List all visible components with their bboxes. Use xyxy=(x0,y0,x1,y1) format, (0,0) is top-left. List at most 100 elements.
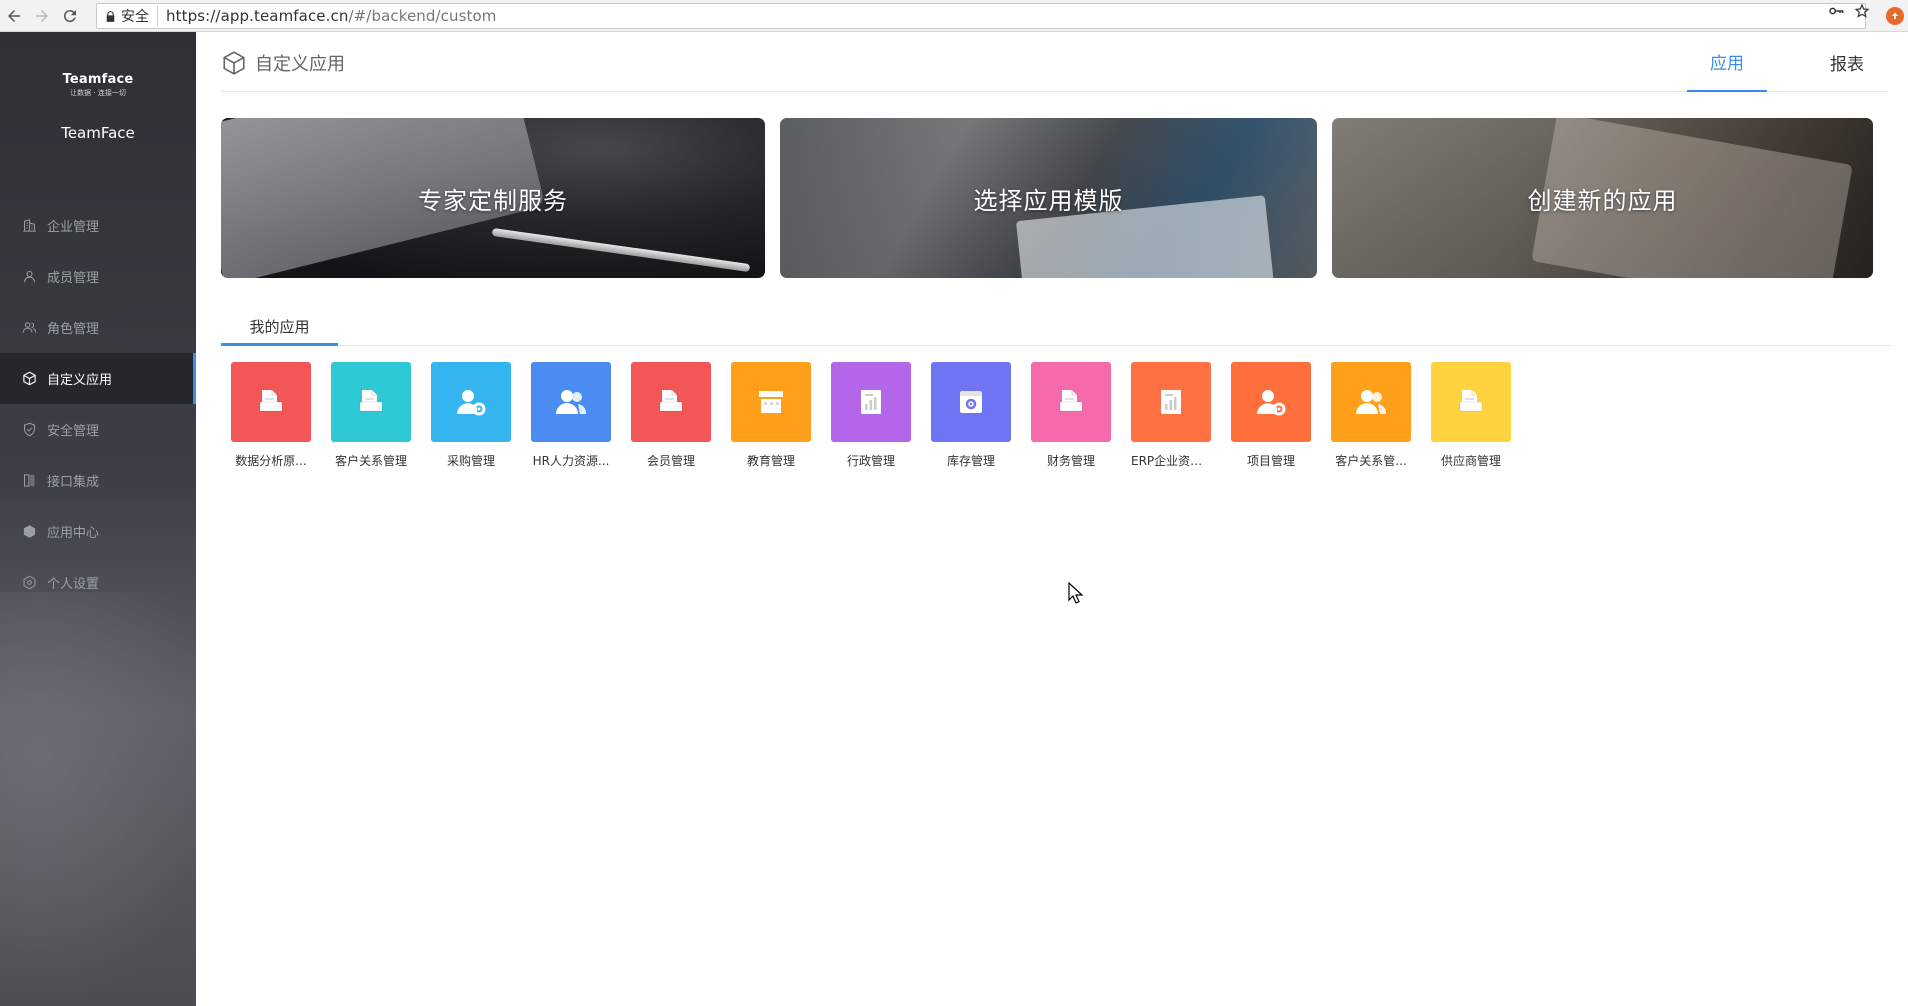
lock-icon xyxy=(99,10,121,23)
app-item[interactable]: 财务管理 xyxy=(1031,362,1111,469)
user-icon xyxy=(24,271,35,283)
chart-doc-icon xyxy=(861,390,881,414)
app-tile[interactable] xyxy=(531,362,611,442)
url-text: https://app.teamface.cn/#/backend/custom xyxy=(166,7,497,25)
banner-row: 专家定制服务 选择应用模版 创建新的应用 xyxy=(221,118,1887,278)
cube-icon xyxy=(223,51,245,75)
shield-icon xyxy=(24,422,35,437)
sub-tabs: 我的应用 xyxy=(221,309,1891,346)
doc-icon xyxy=(259,390,283,412)
sidebar-item-security[interactable]: 安全管理 xyxy=(0,404,196,455)
sidebar-item-label: 角色管理 xyxy=(47,322,100,337)
banner-expert-service[interactable]: 专家定制服务 xyxy=(221,118,765,278)
org-name: TeamFace xyxy=(61,124,135,142)
chart-doc-icon xyxy=(1161,390,1181,414)
reload-button[interactable] xyxy=(56,2,84,30)
sidebar-item-company[interactable]: 企业管理 xyxy=(0,200,196,251)
doc-icon xyxy=(659,390,683,412)
user-gear-icon xyxy=(457,390,486,416)
app-name: 行政管理 xyxy=(846,454,895,468)
app-tile[interactable] xyxy=(231,362,311,442)
mouse-cursor-icon xyxy=(1068,582,1084,604)
app-item[interactable]: 会员管理 xyxy=(631,362,711,469)
tab-apps[interactable]: 应用 xyxy=(1687,32,1767,92)
app-item[interactable]: 行政管理 xyxy=(831,362,911,469)
main-content: 自定义应用 应用 报表 专家定制服务 选择应用模版 创建新的应用 我的应用 数据… xyxy=(196,32,1908,1006)
app-name: 财务管理 xyxy=(1046,454,1095,468)
app-tile[interactable] xyxy=(1231,362,1311,442)
doc-icon xyxy=(1459,390,1483,412)
sidebar-menu: 企业管理 成员管理 角色管理 自定义应用 安全管理 接口集成 应用中心 个人设置 xyxy=(0,200,196,608)
banner-create-app[interactable]: 创建新的应用 xyxy=(1332,118,1873,278)
app-item[interactable]: 客户关系管... xyxy=(1331,362,1411,469)
app-tile[interactable] xyxy=(931,362,1011,442)
sidebar-item-roles[interactable]: 角色管理 xyxy=(0,302,196,353)
header-tabs: 应用 报表 xyxy=(1647,32,1887,92)
app-item[interactable]: 客户关系管理 xyxy=(331,362,411,469)
users-icon xyxy=(1356,390,1387,414)
app-tile[interactable] xyxy=(1131,362,1211,442)
back-button[interactable] xyxy=(0,2,28,30)
forward-button[interactable] xyxy=(28,2,56,30)
app-item[interactable]: 采购管理 xyxy=(431,362,511,469)
brand: Teamface 让数据 · 连接一切 TeamFace xyxy=(0,72,196,142)
tab-my-apps[interactable]: 我的应用 xyxy=(221,309,338,346)
box-icon xyxy=(23,525,36,538)
app-name: 客户关系管... xyxy=(1335,454,1407,468)
sidebar-item-app-center[interactable]: 应用中心 xyxy=(0,506,196,557)
app-item[interactable]: 教育管理 xyxy=(731,362,811,469)
extension-icon[interactable] xyxy=(1886,7,1904,25)
box-gear-icon xyxy=(960,391,982,413)
building-icon xyxy=(23,219,36,232)
app-tile[interactable] xyxy=(431,362,511,442)
sidebar-item-label: 企业管理 xyxy=(47,220,100,235)
banner-label: 专家定制服务 xyxy=(418,186,568,215)
app-name: HR人力资源... xyxy=(532,454,610,468)
sidebar-item-personal-settings[interactable]: 个人设置 xyxy=(0,557,196,608)
app-name: 供应商管理 xyxy=(1440,454,1501,468)
sidebar-item-label: 应用中心 xyxy=(47,526,100,541)
app-item[interactable]: 库存管理 xyxy=(931,362,1011,469)
key-icon[interactable] xyxy=(1828,3,1844,19)
app-tile[interactable] xyxy=(1031,362,1111,442)
app-item[interactable]: 供应商管理 xyxy=(1431,362,1511,469)
app-name: 客户关系管理 xyxy=(334,454,407,468)
sidebar-item-custom-apps[interactable]: 自定义应用 xyxy=(0,353,196,404)
page-title: 自定义应用 xyxy=(221,50,345,76)
reload-icon xyxy=(63,9,76,22)
sidebar-item-members[interactable]: 成员管理 xyxy=(0,251,196,302)
app-name: 会员管理 xyxy=(646,454,695,468)
doc-icon xyxy=(1059,390,1083,412)
app-tile[interactable] xyxy=(1431,362,1511,442)
users-icon xyxy=(556,390,587,414)
banner-choose-template[interactable]: 选择应用模版 xyxy=(780,118,1317,278)
app-name: 教育管理 xyxy=(746,454,795,468)
security-label: 安全 xyxy=(121,6,158,26)
sidebar-item-label: 成员管理 xyxy=(47,271,100,286)
app-item[interactable]: 数据分析原... xyxy=(231,362,311,469)
sidebar-item-integration[interactable]: 接口集成 xyxy=(0,455,196,506)
app-tile[interactable] xyxy=(331,362,411,442)
app-tile[interactable] xyxy=(631,362,711,442)
browser-toolbar: 安全 https://app.teamface.cn/#/backend/cus… xyxy=(0,0,1908,32)
app-tile[interactable] xyxy=(831,362,911,442)
sidebar-item-label: 自定义应用 xyxy=(47,373,113,388)
app-tile[interactable] xyxy=(1331,362,1411,442)
page-header: 自定义应用 应用 报表 xyxy=(221,32,1887,92)
app-tile[interactable] xyxy=(731,362,811,442)
address-bar[interactable]: 安全 https://app.teamface.cn/#/backend/cus… xyxy=(96,3,1866,29)
tab-reports[interactable]: 报表 xyxy=(1807,32,1887,92)
store-icon xyxy=(759,391,783,413)
doc-icon xyxy=(359,390,383,412)
plug-icon xyxy=(24,474,35,487)
app-item[interactable]: 项目管理 xyxy=(1231,362,1311,469)
star-icon[interactable] xyxy=(1854,3,1870,19)
sidebar-item-label: 接口集成 xyxy=(47,475,100,490)
app-name: 库存管理 xyxy=(946,454,995,468)
app-name: 项目管理 xyxy=(1246,454,1295,468)
arrow-right-icon xyxy=(36,9,48,22)
banner-label: 选择应用模版 xyxy=(973,186,1124,215)
app-name: 采购管理 xyxy=(446,454,495,468)
app-item[interactable]: HR人力资源... xyxy=(531,362,611,469)
app-item[interactable]: ERP企业资源... xyxy=(1131,362,1211,469)
